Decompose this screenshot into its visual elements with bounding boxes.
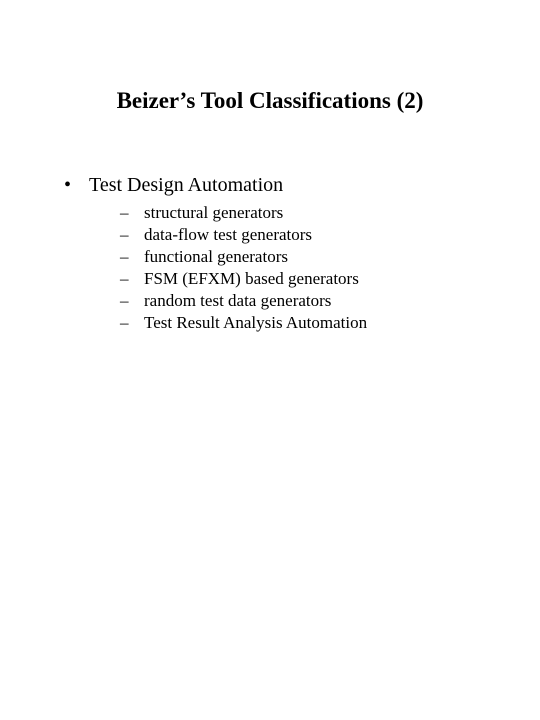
sub-item-text: structural generators (144, 203, 283, 223)
list-item: – structural generators (120, 203, 490, 223)
dash-icon: – (120, 291, 130, 311)
sub-item-text: data-flow test generators (144, 225, 312, 245)
dash-icon: – (120, 203, 130, 223)
dash-icon: – (120, 225, 130, 245)
dash-icon: – (120, 247, 130, 267)
sub-item-text: functional generators (144, 247, 288, 267)
list-item: – Test Result Analysis Automation (120, 313, 490, 333)
bullet-icon: • (64, 175, 71, 195)
main-bullet: • Test Design Automation (64, 174, 490, 197)
main-bullet-text: Test Design Automation (89, 174, 283, 197)
sub-list: – structural generators – data-flow test… (120, 203, 490, 333)
list-item: – functional generators (120, 247, 490, 267)
sub-item-text: FSM (EFXM) based generators (144, 269, 359, 289)
list-item: – FSM (EFXM) based generators (120, 269, 490, 289)
list-item: – random test data generators (120, 291, 490, 311)
sub-item-text: Test Result Analysis Automation (144, 313, 367, 333)
dash-icon: – (120, 313, 130, 333)
dash-icon: – (120, 269, 130, 289)
sub-item-text: random test data generators (144, 291, 331, 311)
slide-title: Beizer’s Tool Classifications (2) (50, 88, 490, 114)
list-item: – data-flow test generators (120, 225, 490, 245)
